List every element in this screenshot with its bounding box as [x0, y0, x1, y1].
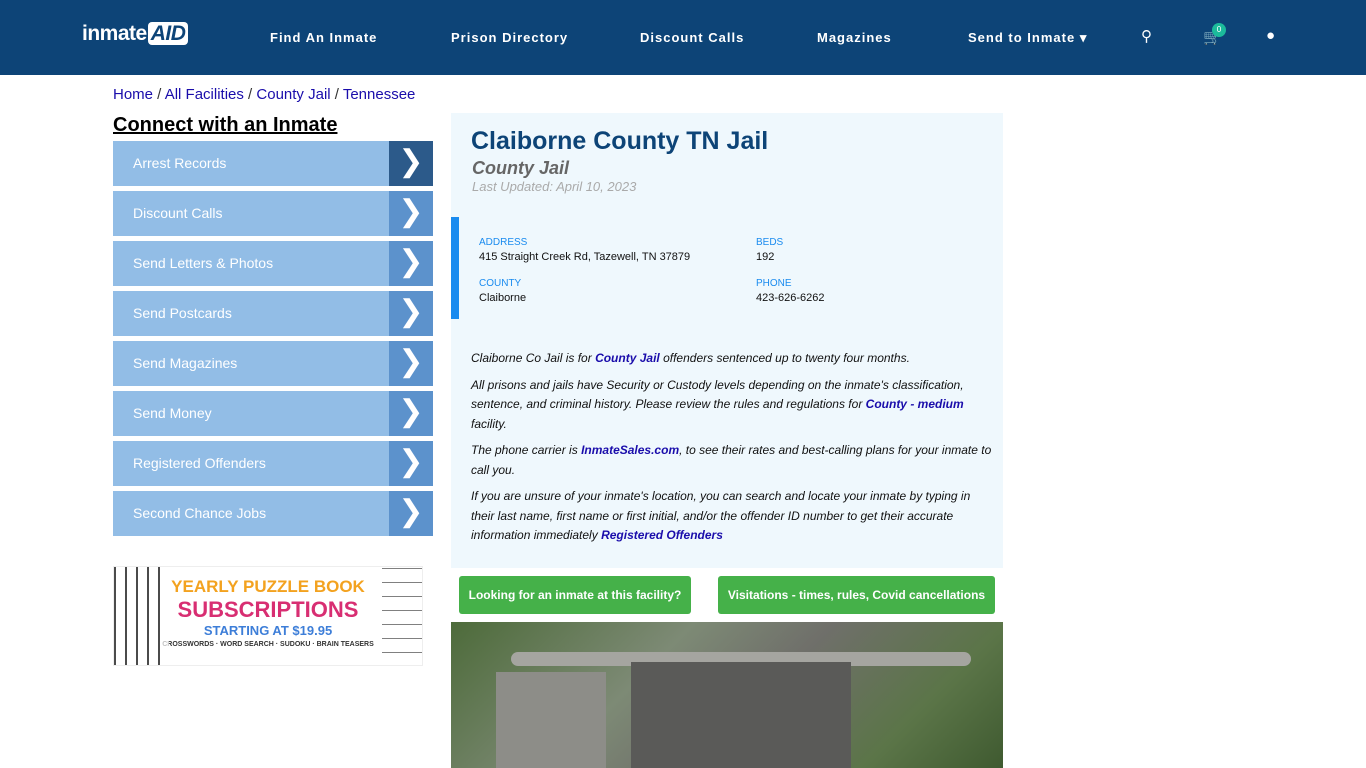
satellite-map[interactable] — [451, 622, 1003, 768]
logo-text: inmate — [82, 22, 147, 45]
search-icon[interactable]: ⚲ — [1141, 27, 1152, 45]
sidebar-item-send-postcards[interactable]: Send Postcards ❯ — [113, 291, 433, 336]
sidebar-item-label: Send Letters & Photos — [133, 255, 274, 271]
logo[interactable]: inmate AID — [82, 22, 189, 46]
sidebar-item-registered-offenders[interactable]: Registered Offenders ❯ — [113, 441, 433, 486]
top-nav: inmate AID Find An Inmate Prison Director… — [0, 0, 1366, 75]
county-label: COUNTY — [479, 278, 522, 289]
chevron-right-icon: ❯ — [389, 491, 433, 536]
chevron-right-icon: ❯ — [389, 191, 433, 236]
nav-magazines[interactable]: Magazines — [817, 30, 892, 45]
sidebar-item-send-magazines[interactable]: Send Magazines ❯ — [113, 341, 433, 386]
phone-label: PHONE — [756, 278, 792, 289]
chevron-right-icon: ❯ — [389, 441, 433, 486]
nav-discount-calls[interactable]: Discount Calls — [640, 30, 744, 45]
map-building — [631, 662, 851, 768]
last-updated: Last Updated: April 10, 2023 — [472, 179, 637, 194]
desc-p4: If you are unsure of your inmate's locat… — [471, 487, 996, 546]
nav-send-to-inmate[interactable]: Send to Inmate ▾ — [968, 30, 1087, 46]
chevron-right-icon: ❯ — [389, 341, 433, 386]
sidebar-item-second-chance-jobs[interactable]: Second Chance Jobs ❯ — [113, 491, 433, 536]
sidebar-heading: Connect with an Inmate — [113, 114, 338, 136]
sidebar-item-label: Send Money — [133, 405, 212, 421]
sidebar-item-label: Arrest Records — [133, 155, 227, 171]
facility-info: ADDRESS 415 Straight Creek Rd, Tazewell,… — [451, 217, 1003, 319]
sidebar-item-label: Discount Calls — [133, 205, 223, 221]
address-value: 415 Straight Creek Rd, Tazewell, TN 3787… — [479, 251, 691, 263]
chevron-right-icon: ❯ — [389, 291, 433, 336]
phone-value: 423-626-6262 — [756, 292, 825, 304]
user-icon[interactable]: ● — [1266, 27, 1275, 44]
nav-prison-directory[interactable]: Prison Directory — [451, 30, 568, 45]
map-parking-lot — [496, 672, 606, 768]
logo-accent: AID — [147, 22, 189, 45]
desc-p2: All prisons and jails have Security or C… — [471, 376, 996, 435]
crossword-graphic — [114, 567, 169, 665]
text: The phone carrier is — [471, 443, 582, 457]
county-medium-link[interactable]: County - medium — [866, 397, 964, 411]
desc-p3: The phone carrier is InmateSales.com, to… — [471, 441, 996, 480]
crumb-tennessee[interactable]: Tennessee — [343, 86, 416, 103]
beds-label: BEDS — [756, 237, 784, 248]
nav-send-label: Send to Inmate — [968, 30, 1076, 45]
chevron-right-icon: ❯ — [389, 391, 433, 436]
puzzle-book-ad[interactable]: YEARLY PUZZLE BOOK SUBSCRIPTIONS STARTIN… — [113, 566, 423, 666]
sidebar-item-send-letters[interactable]: Send Letters & Photos ❯ — [113, 241, 433, 286]
sidebar-item-label: Send Magazines — [133, 355, 238, 371]
county-value: Claiborne — [479, 292, 527, 304]
address-label: ADDRESS — [479, 237, 528, 248]
text: Claiborne Co Jail is for — [471, 351, 596, 365]
beds-value: 192 — [756, 251, 775, 263]
crumb-all-facilities[interactable]: All Facilities — [165, 86, 244, 103]
inmatesales-link[interactable]: InmateSales.com — [581, 443, 679, 457]
sidebar-item-label: Second Chance Jobs — [133, 505, 267, 521]
nav-find-inmate[interactable]: Find An Inmate — [270, 30, 377, 45]
registered-offenders-link[interactable]: Registered Offenders — [601, 528, 723, 542]
sidebar-item-label: Registered Offenders — [133, 455, 266, 471]
cart-badge: 0 — [1212, 23, 1226, 37]
sidebar-item-label: Send Postcards — [133, 305, 232, 321]
sudoku-graphic — [382, 567, 422, 665]
visitations-button[interactable]: Visitations - times, rules, Covid cancel… — [718, 576, 995, 614]
county-jail-link[interactable]: County Jail — [595, 351, 660, 365]
sidebar: Arrest Records ❯ Discount Calls ❯ Send Let… — [113, 141, 433, 541]
crumb-home[interactable]: Home — [113, 86, 153, 103]
page-title: Claiborne County TN Jail — [471, 127, 769, 155]
desc-p1: Claiborne Co Jail is for County Jail off… — [471, 349, 996, 369]
looking-for-inmate-button[interactable]: Looking for an inmate at this facility? — [459, 576, 691, 614]
chevron-right-icon: ❯ — [389, 241, 433, 286]
breadcrumb: Home / All Facilities / County Jail / Te… — [113, 86, 416, 103]
crumb-county-jail[interactable]: County Jail — [256, 86, 330, 103]
facility-panel: Claiborne County TN Jail County Jail Las… — [451, 113, 1003, 568]
text: facility. — [471, 416, 507, 431]
sidebar-item-discount-calls[interactable]: Discount Calls ❯ — [113, 191, 433, 236]
chevron-right-icon: ❯ — [389, 141, 433, 186]
caret-down-icon: ▾ — [1079, 30, 1088, 45]
text: offenders sentenced up to twenty four mo… — [659, 351, 910, 365]
sidebar-item-send-money[interactable]: Send Money ❯ — [113, 391, 433, 436]
sidebar-item-arrest-records[interactable]: Arrest Records ❯ — [113, 141, 433, 186]
facility-type: County Jail — [472, 158, 570, 178]
facility-description: Claiborne Co Jail is for County Jail off… — [471, 349, 996, 553]
